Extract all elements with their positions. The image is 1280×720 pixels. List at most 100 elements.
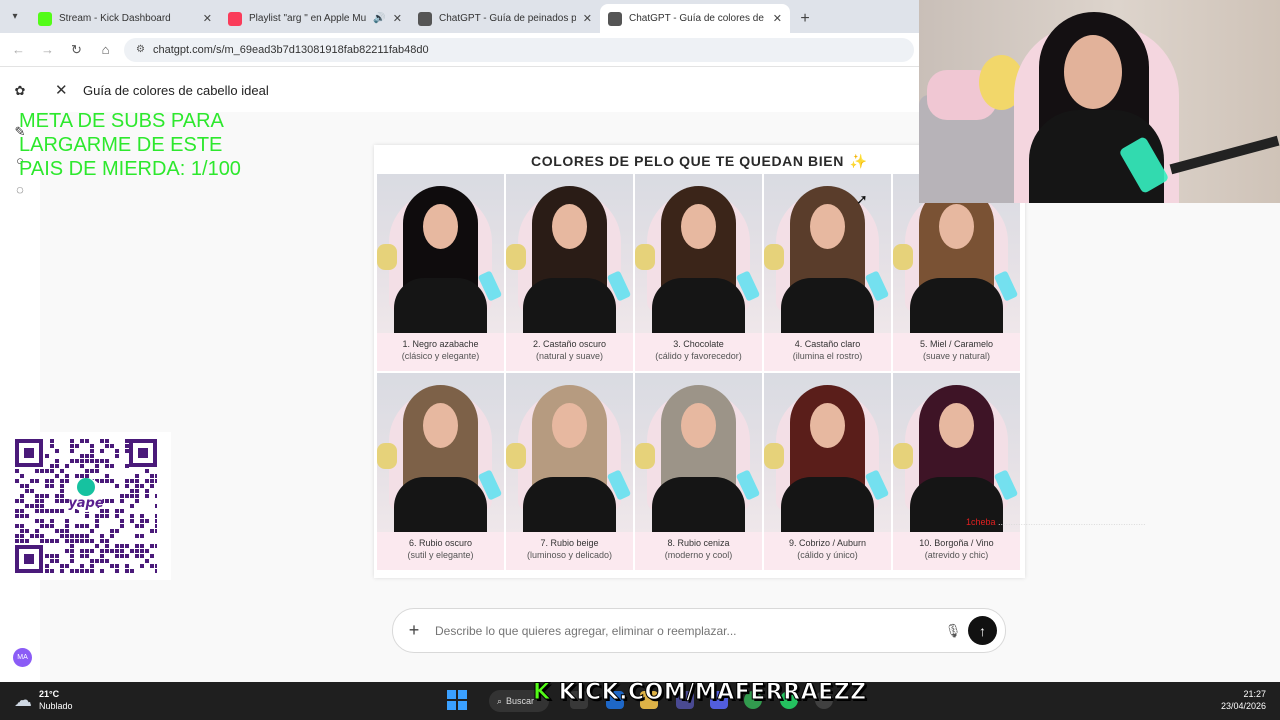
magnifier-icon: ⌕ (497, 695, 503, 706)
cloud-icon: ☁ (14, 689, 32, 710)
tab-close-icon[interactable]: ✕ (393, 12, 402, 25)
windows-start-icon[interactable] (447, 690, 467, 710)
hair-color-description: (atrevido y chic) (924, 550, 989, 560)
tab-list-chevron-icon[interactable]: ▾ (0, 0, 30, 33)
tab-close-icon[interactable]: ✕ (773, 12, 782, 25)
hair-color-card: 7. Rubio beige (luminoso y delicado) (506, 373, 633, 570)
edit-prompt-input[interactable] (435, 623, 938, 638)
browser-tab[interactable]: ChatGPT - Guía de peinados pa ✕ (410, 4, 600, 33)
chatgpt-icon (418, 11, 432, 26)
microphone-icon[interactable]: 🎙 (938, 623, 968, 639)
hair-color-card: 1. Negro azabache (clásico y elegante) (377, 174, 504, 371)
url-bar[interactable]: ⚙ chatgpt.com/s/m_69ead3b7d13081918fab82… (124, 37, 914, 62)
stream-goal-overlay: META DE SUBS PARA LARGARME DE ESTE PAIS … (19, 110, 241, 180)
hair-color-name: 2. Castaño oscuro (532, 339, 607, 349)
send-arrow-button[interactable]: ↑ (968, 616, 997, 645)
tab-title: ChatGPT - Guía de colores de c (629, 13, 766, 24)
site-info-icon[interactable]: ⚙ (136, 44, 145, 55)
guide-title-text: COLORES DE PELO QUE TE QUEDAN BIEN (531, 153, 844, 169)
chatgpt-icon (608, 11, 622, 26)
hair-color-name: 7. Rubio beige (540, 538, 599, 548)
tab-audio-icon[interactable]: 🔊 (373, 13, 385, 24)
hair-color-caption: 9. Cobrizo / Auburn (cálido y único) (764, 537, 891, 561)
hair-color-photo (506, 373, 633, 532)
hair-color-name: 3. Chocolate (673, 339, 724, 349)
hair-color-description: (suave y natural) (922, 351, 991, 361)
reload-icon[interactable]: ↻ (62, 42, 91, 58)
browser-tab[interactable]: Playlist "arg " en Apple Mu 🔊 ✕ (220, 4, 410, 33)
stream-chat-message: 1cheba .................................… (966, 517, 1146, 527)
hair-color-card: 6. Rubio oscuro (sutil y elegante) (377, 373, 504, 570)
new-tab-plus-icon[interactable]: + (790, 4, 820, 33)
hair-color-description: (sutil y elegante) (407, 550, 474, 560)
windows-taskbar: ☁ 21°C Nublado ⌕ Buscar K KICK.COM/MAFERR… (0, 680, 1280, 720)
svg-text:yape: yape (68, 496, 104, 511)
tab-title: Playlist "arg " en Apple Mu (249, 13, 367, 24)
browser-tab[interactable]: Stream - Kick Dashboard ✕ (30, 4, 220, 33)
browser-tab[interactable]: ChatGPT - Guía de colores de c ✕ (600, 4, 790, 33)
hair-color-description: (natural y suave) (535, 351, 604, 361)
hair-color-name: 10. Borgoña / Vino (919, 538, 994, 548)
hair-color-photo (506, 174, 633, 333)
chat-message-text: ........................................… (998, 517, 1146, 527)
yape-qr-code: yape (11, 432, 171, 580)
chatgpt-logo-icon[interactable]: ✿ (12, 83, 28, 99)
hair-color-photo (377, 174, 504, 333)
tab-title: ChatGPT - Guía de peinados pa (439, 13, 576, 24)
taskbar-search-label: Buscar (506, 696, 535, 706)
hair-color-card: 3. Chocolate (cálido y favorecedor) (635, 174, 762, 371)
kick-logo-icon: K (533, 680, 551, 706)
hair-color-guide-image[interactable]: COLORES DE PELO QUE TE QUEDAN BIEN ✨ 1. N… (374, 145, 1025, 578)
back-arrow-icon[interactable]: ← (4, 42, 33, 57)
hair-color-name: 1. Negro azabache (402, 339, 479, 349)
mouse-cursor-icon: ➚ (856, 191, 868, 207)
hair-color-caption: 2. Castaño oscuro (natural y suave) (506, 338, 633, 362)
tab-close-icon[interactable]: ✕ (203, 12, 212, 25)
clock-date: 23/04/2026 (1220, 701, 1266, 711)
close-icon[interactable]: ✕ (55, 81, 68, 99)
hair-color-photo (764, 373, 891, 532)
webcam-overlay (919, 0, 1280, 203)
webcam-streamer-face (1064, 35, 1122, 109)
hair-color-caption: 3. Chocolate (cálido y favorecedor) (635, 338, 762, 362)
hair-color-description: (cálido y favorecedor) (655, 351, 742, 361)
qr-code-graphic: yape (15, 439, 157, 573)
hair-color-grid: 1. Negro azabache (clásico y elegante) 2. … (377, 174, 1020, 570)
tab-title: Stream - Kick Dashboard (59, 13, 171, 24)
home-icon[interactable]: ⌂ (91, 42, 120, 57)
weather-condition: Nublado (39, 701, 73, 711)
kick-url-overlay: K KICK.COM/MAFERRAEZZ (533, 680, 867, 706)
hair-color-caption: 4. Castaño claro (ilumina el rostro) (764, 338, 891, 362)
hair-color-description: (cálido y único) (797, 550, 858, 560)
hair-color-name: 4. Castaño claro (794, 339, 861, 349)
hair-color-photo (893, 373, 1020, 532)
document-title: Guía de colores de cabello ideal (83, 83, 269, 98)
chat-bubble-icon[interactable]: ◌ (12, 182, 28, 198)
hair-color-card: 9. Cobrizo / Auburn (cálido y único) (764, 373, 891, 570)
hair-color-card: 10. Borgoña / Vino (atrevido y chic) (893, 373, 1020, 570)
tab-strip: Stream - Kick Dashboard ✕ Playlist "arg " … (30, 4, 790, 33)
tab-close-icon[interactable]: ✕ (583, 12, 592, 25)
chat-username: 1cheba (966, 517, 996, 527)
forward-arrow-icon[interactable]: → (33, 42, 62, 57)
hair-color-photo (377, 373, 504, 532)
weather-temperature: 21°C (39, 689, 60, 699)
system-clock[interactable]: 21:27 23/04/2026 (1221, 688, 1266, 712)
kick-icon (38, 11, 52, 26)
hair-color-name: 6. Rubio oscuro (408, 538, 473, 548)
weather-widget[interactable]: ☁ 21°C Nublado (14, 688, 73, 712)
hair-color-description: (moderno y cool) (664, 550, 733, 560)
hair-color-card: 8. Rubio ceniza (moderno y cool) (635, 373, 762, 570)
hair-color-description: (ilumina el rostro) (792, 351, 863, 361)
clock-time: 21:27 (1243, 689, 1266, 699)
hair-color-description: (luminoso y delicado) (526, 550, 613, 560)
hair-color-card: 2. Castaño oscuro (natural y suave) (506, 174, 633, 371)
avatar[interactable]: MA (13, 648, 32, 667)
music-icon (228, 11, 242, 26)
hair-color-photo (764, 174, 891, 333)
hair-color-photo (635, 174, 762, 333)
add-attachment-plus-icon[interactable]: + (393, 620, 435, 641)
hair-color-name: 5. Miel / Caramelo (919, 339, 994, 349)
edit-composer: + 🎙 ↑ (392, 608, 1006, 653)
url-text: chatgpt.com/s/m_69ead3b7d13081918fab8221… (152, 43, 429, 56)
